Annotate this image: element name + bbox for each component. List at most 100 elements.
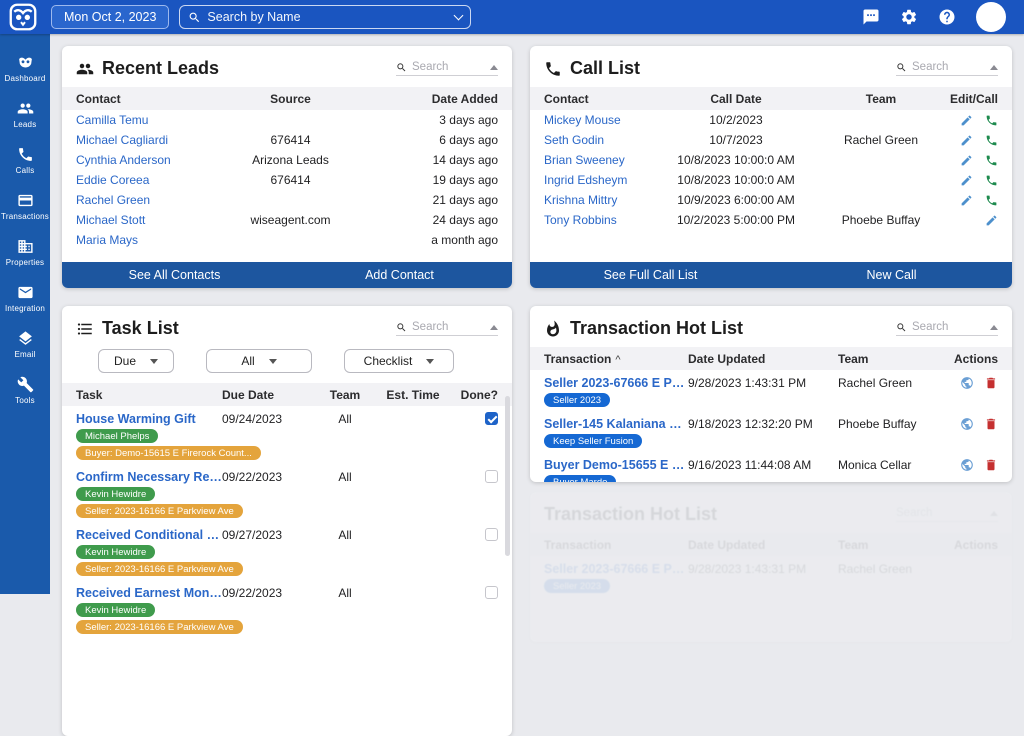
- globe-icon[interactable]: [960, 458, 974, 472]
- list-icon: [76, 320, 94, 338]
- team-filter-dropdown[interactable]: All: [206, 349, 312, 373]
- task-link[interactable]: Received Conditional Loan Approv...: [76, 528, 222, 542]
- recent-leads-search[interactable]: [396, 61, 498, 76]
- contact-badge[interactable]: Kevin Hewidre: [76, 545, 155, 559]
- task-link[interactable]: Confirm Necessary Repairs are Or...: [76, 470, 222, 484]
- lead-contact-link[interactable]: Cynthia Anderson: [76, 153, 208, 167]
- edit-icon[interactable]: [960, 174, 973, 187]
- see-full-call-list-button[interactable]: See Full Call List: [530, 262, 771, 288]
- checklist-filter-dropdown[interactable]: Checklist: [344, 349, 454, 373]
- sidebar-item-tools[interactable]: Tools: [0, 376, 50, 405]
- date-button[interactable]: Mon Oct 2, 2023: [51, 5, 169, 29]
- call-contact-link[interactable]: Krishna Mittry: [544, 193, 646, 207]
- task-done-checkbox[interactable]: [485, 586, 498, 599]
- task-link[interactable]: House Warming Gift: [76, 412, 196, 426]
- transaction-tag-badge[interactable]: Keep Seller Fusion: [544, 434, 642, 448]
- call-list-search[interactable]: [896, 61, 998, 76]
- help-icon[interactable]: [938, 8, 956, 26]
- transaction-row: Seller-145 Kalaniana Loop Keep Seller Fu…: [530, 411, 1012, 452]
- sidebar-item-leads[interactable]: Leads: [0, 100, 50, 129]
- trash-icon[interactable]: [984, 458, 998, 472]
- sort-ascending-icon[interactable]: ^: [615, 354, 620, 366]
- hot-list-columns: Transaction^ Date Updated Team Actions: [530, 347, 1012, 370]
- contact-badge[interactable]: Kevin Hewidre: [76, 603, 155, 617]
- call-icon[interactable]: [985, 114, 998, 127]
- chevron-down-icon[interactable]: [454, 11, 464, 21]
- transaction-link[interactable]: Seller 2023-67666 E Parview Ave: [544, 376, 688, 390]
- transaction-badge[interactable]: Seller: 2023-16166 E Parkview Ave: [76, 620, 243, 634]
- lead-contact-link[interactable]: Camilla Temu: [76, 113, 208, 127]
- collapse-icon[interactable]: [490, 325, 498, 330]
- transaction-link[interactable]: Buyer Demo-15655 E Firerock Coun...: [544, 458, 688, 472]
- call-contact-link[interactable]: Mickey Mouse: [544, 113, 646, 127]
- global-search[interactable]: [179, 5, 471, 29]
- task-done-checkbox[interactable]: [485, 412, 498, 425]
- call-contact-link[interactable]: Tony Robbins: [544, 213, 646, 227]
- search-icon: [396, 322, 407, 333]
- sidebar-item-calls[interactable]: Calls: [0, 146, 50, 175]
- edit-icon[interactable]: [985, 214, 998, 227]
- sidebar-item-email[interactable]: Email: [0, 330, 50, 359]
- trash-icon[interactable]: [984, 417, 998, 431]
- call-row: Tony Robbins 10/2/2023 5:00:00 PM Phoebe…: [530, 210, 1012, 230]
- chat-icon[interactable]: [862, 8, 880, 26]
- call-list-search-input[interactable]: [912, 61, 974, 73]
- collapse-icon[interactable]: [490, 65, 498, 70]
- edit-icon[interactable]: [960, 134, 973, 147]
- hot-list-search[interactable]: [896, 321, 998, 336]
- lead-contact-link[interactable]: Rachel Green: [76, 193, 208, 207]
- transaction-badge[interactable]: Seller: 2023-16166 E Parkview Ave: [76, 562, 243, 576]
- call-icon[interactable]: [985, 174, 998, 187]
- edit-icon[interactable]: [960, 114, 973, 127]
- sidebar-item-dashboard[interactable]: Dashboard: [0, 54, 50, 83]
- lead-contact-link[interactable]: Maria Mays: [76, 233, 208, 247]
- sidebar-item-transactions[interactable]: Transactions: [0, 192, 50, 221]
- lead-row: Michael Stott wiseagent.com 24 days ago: [62, 210, 512, 230]
- task-list-search-input[interactable]: [412, 321, 474, 333]
- call-icon[interactable]: [985, 194, 998, 207]
- lead-contact-link[interactable]: Michael Stott: [76, 213, 208, 227]
- contact-badge[interactable]: Michael Phelps: [76, 429, 158, 443]
- task-done-checkbox[interactable]: [485, 528, 498, 541]
- lead-contact-link[interactable]: Michael Cagliardi: [76, 133, 208, 147]
- call-contact-link[interactable]: Ingrid Edsheym: [544, 173, 646, 187]
- due-filter-dropdown[interactable]: Due: [98, 349, 174, 373]
- new-call-button[interactable]: New Call: [771, 262, 1012, 288]
- globe-icon[interactable]: [960, 417, 974, 431]
- add-contact-button[interactable]: Add Contact: [287, 262, 512, 288]
- trash-icon[interactable]: [984, 376, 998, 390]
- sidebar-item-properties[interactable]: Properties: [0, 238, 50, 267]
- call-icon[interactable]: [985, 154, 998, 167]
- see-all-contacts-button[interactable]: See All Contacts: [62, 262, 287, 288]
- recent-leads-card: Recent Leads Contact Source Date Added C…: [62, 46, 512, 288]
- edit-icon[interactable]: [960, 194, 973, 207]
- transaction-badge[interactable]: Seller: 2023-16166 E Parkview Ave: [76, 504, 243, 518]
- transaction-tag-badge[interactable]: Seller 2023: [544, 393, 610, 407]
- transaction-row: Seller 2023-67666 E Parview Ave Seller 2…: [530, 370, 1012, 411]
- recent-leads-search-input[interactable]: [412, 61, 474, 73]
- transaction-tag-badge[interactable]: Buyer Mardo: [544, 475, 616, 482]
- transaction-badge[interactable]: Buyer: Demo-15615 E Firerock Count...: [76, 446, 261, 460]
- contact-badge[interactable]: Kevin Hewidre: [76, 487, 155, 501]
- edit-icon[interactable]: [960, 154, 973, 167]
- task-done-checkbox[interactable]: [485, 470, 498, 483]
- collapse-icon[interactable]: [990, 65, 998, 70]
- lead-row: Michael Cagliardi 676414 6 days ago: [62, 130, 512, 150]
- globe-icon[interactable]: [960, 376, 974, 390]
- call-contact-link[interactable]: Seth Godin: [544, 133, 646, 147]
- call-row: Mickey Mouse 10/2/2023: [530, 110, 1012, 130]
- lead-row: Rachel Green 21 days ago: [62, 190, 512, 210]
- scrollbar[interactable]: [505, 396, 510, 556]
- call-contact-link[interactable]: Brian Sweeney: [544, 153, 646, 167]
- gear-icon[interactable]: [900, 8, 918, 26]
- task-list-search[interactable]: [396, 321, 498, 336]
- transaction-link[interactable]: Seller-145 Kalaniana Loop: [544, 417, 688, 431]
- global-search-input[interactable]: [207, 10, 455, 24]
- task-link[interactable]: Received Earnest Money Receipt f...: [76, 586, 222, 600]
- hot-list-search-input[interactable]: [912, 321, 974, 333]
- call-icon[interactable]: [985, 134, 998, 147]
- lead-contact-link[interactable]: Eddie Coreea: [76, 173, 208, 187]
- collapse-icon[interactable]: [990, 325, 998, 330]
- avatar[interactable]: [976, 2, 1006, 32]
- sidebar-item-integration[interactable]: Integration: [0, 284, 50, 313]
